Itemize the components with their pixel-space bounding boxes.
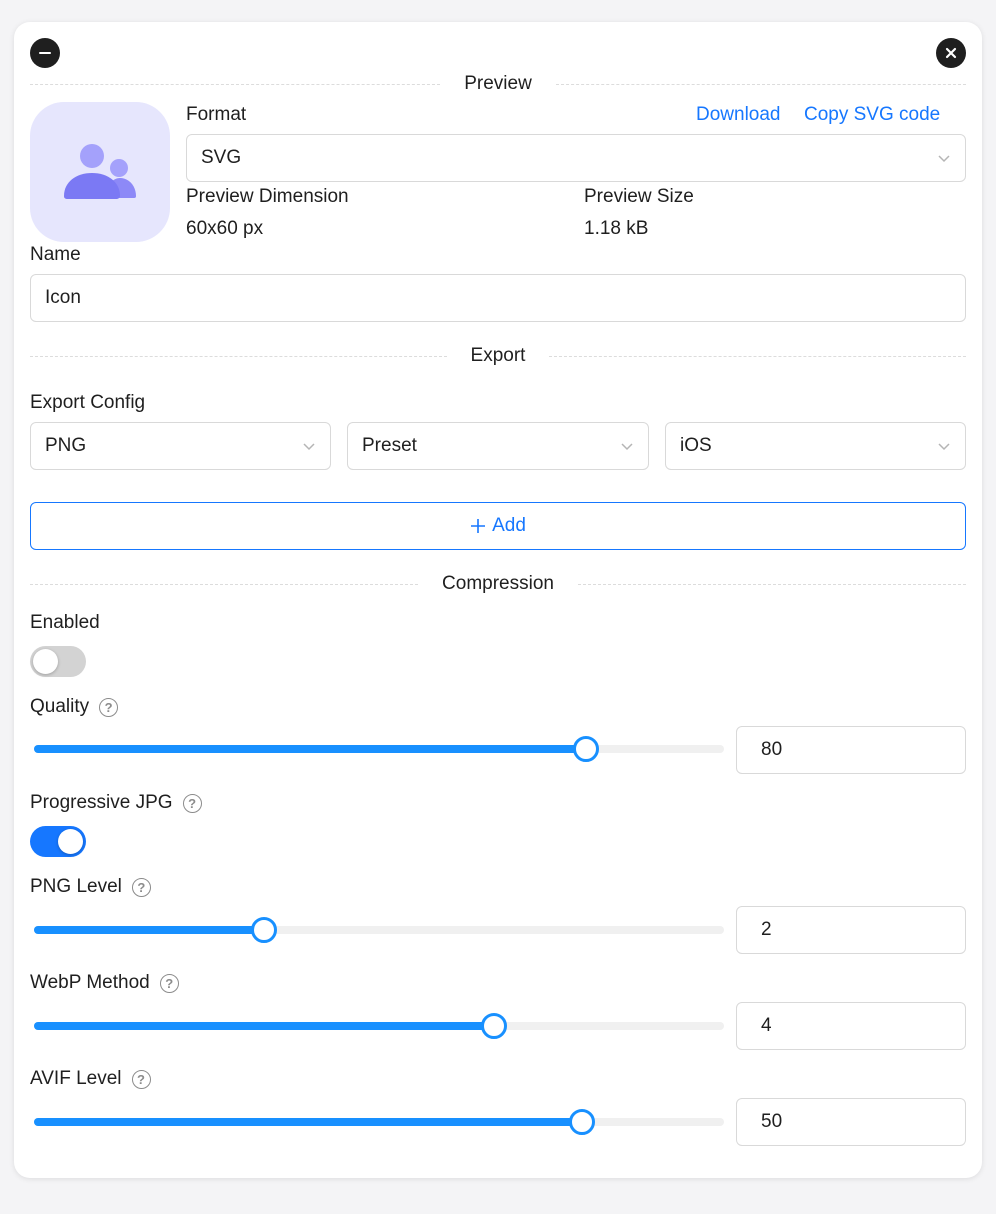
add-export-config-button[interactable]: Add (30, 502, 966, 550)
png-level-slider[interactable] (34, 917, 724, 943)
compression-divider: Compression (30, 572, 966, 596)
help-icon[interactable]: ? (159, 973, 179, 993)
help-icon[interactable]: ? (131, 1069, 151, 1089)
plus-icon (471, 519, 486, 533)
icon-export-panel: Preview Format Download Copy SVG code SV… (14, 22, 982, 1178)
chevron-down-icon (938, 155, 950, 163)
png-level-input[interactable]: 2 (736, 906, 966, 954)
export-divider: Export (30, 344, 967, 368)
chevron-down-icon (938, 443, 950, 451)
slider-track (34, 745, 586, 753)
export-format-select[interactable]: PNG (30, 422, 331, 470)
chevron-down-icon (621, 443, 633, 451)
minimize-icon[interactable] (30, 38, 60, 68)
preview-size-label: Preview Size (584, 186, 694, 207)
export-preset-select[interactable]: Preset (347, 422, 649, 470)
copy-svg-code-link[interactable]: Copy SVG code (804, 104, 940, 126)
slider-handle[interactable] (573, 736, 599, 762)
preview-dimension-value: 60x60 px (186, 218, 264, 239)
name-label: Name (30, 244, 81, 265)
progressive-jpg-toggle[interactable] (30, 826, 86, 857)
help-icon[interactable]: ? (131, 877, 151, 897)
webp-method-slider[interactable] (34, 1013, 724, 1039)
png-level-label: PNG Level (30, 876, 122, 897)
name-input[interactable]: Icon (30, 274, 966, 322)
preview-divider: Preview (30, 72, 967, 96)
icon-thumbnail (30, 102, 170, 242)
avif-level-slider[interactable] (34, 1109, 724, 1135)
format-select-value: SVG (201, 147, 242, 168)
avif-level-input[interactable]: 50 (736, 1098, 966, 1146)
help-icon[interactable]: ? (182, 793, 202, 813)
add-button-label: Add (492, 515, 526, 536)
webp-method-input[interactable]: 4 (736, 1002, 966, 1050)
progressive-label-row: Progressive JPG ? (30, 792, 202, 814)
slider-track (34, 926, 264, 934)
users-icon (64, 144, 136, 199)
quality-input-value: 80 (761, 739, 783, 760)
export-config-label: Export Config (30, 392, 146, 413)
slider-track (34, 1022, 495, 1030)
compression-section-title: Compression (442, 573, 554, 594)
close-icon[interactable] (936, 38, 966, 68)
quality-slider[interactable] (34, 736, 724, 762)
enabled-label: Enabled (30, 612, 100, 633)
preview-size-value: 1.18 kB (584, 218, 649, 239)
avif-level-label-row: AVIF Level ? (30, 1068, 151, 1090)
avif-level-input-value: 50 (761, 1111, 783, 1132)
webp-method-input-value: 4 (761, 1015, 772, 1036)
progressive-jpg-label: Progressive JPG (30, 792, 173, 813)
slider-handle[interactable] (250, 917, 277, 943)
export-format-value: PNG (45, 435, 87, 456)
export-platform-value: iOS (680, 435, 712, 456)
export-section-title: Export (470, 345, 526, 366)
chevron-down-icon (303, 443, 315, 451)
quality-input[interactable]: 80 (736, 726, 966, 774)
format-select[interactable]: SVG (186, 134, 966, 182)
slider-handle[interactable] (568, 1109, 595, 1135)
preview-section-title: Preview (464, 73, 532, 94)
avif-level-label: AVIF Level (30, 1068, 122, 1089)
preview-dimension-label: Preview Dimension (186, 186, 349, 207)
name-input-value: Icon (45, 287, 81, 308)
slider-handle[interactable] (481, 1013, 508, 1039)
download-link[interactable]: Download (696, 104, 781, 126)
slider-track (34, 1118, 582, 1126)
quality-label-row: Quality ? (30, 696, 119, 718)
enabled-toggle[interactable] (30, 646, 86, 677)
export-platform-select[interactable]: iOS (665, 422, 966, 470)
quality-label: Quality (30, 696, 90, 717)
webp-method-label: WebP Method (30, 972, 150, 993)
png-level-label-row: PNG Level ? (30, 876, 151, 898)
export-preset-value: Preset (362, 435, 417, 456)
format-label: Format (186, 104, 247, 125)
webp-method-label-row: WebP Method ? (30, 972, 179, 994)
help-icon[interactable]: ? (99, 697, 119, 717)
toggle-knob (33, 649, 58, 674)
toggle-knob (58, 829, 83, 854)
png-level-input-value: 2 (761, 919, 772, 940)
